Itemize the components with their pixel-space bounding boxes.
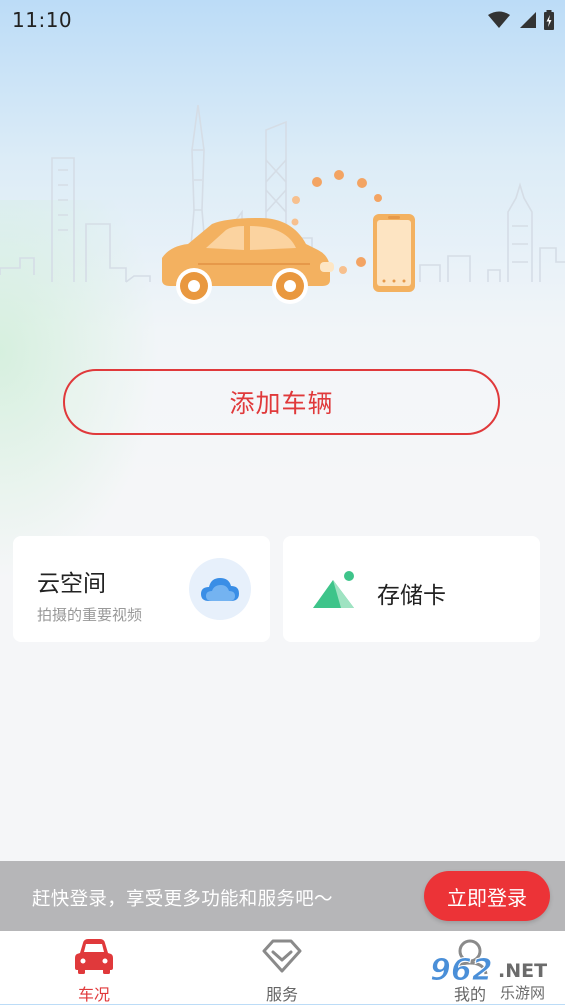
- wifi-icon: [488, 11, 510, 28]
- watermark-caption: 乐游网: [500, 984, 545, 1002]
- status-icons: [487, 10, 555, 30]
- sd-card-card[interactable]: 存储卡: [283, 536, 540, 642]
- tab-vehicle-status[interactable]: 车况: [34, 931, 154, 1004]
- tab-vehicle-status-label: 车况: [77, 985, 110, 1004]
- cloud-space-card[interactable]: 云空间 拍摄的重要视频: [13, 536, 270, 642]
- add-vehicle-button[interactable]: 添加车辆: [63, 369, 500, 435]
- sd-card-title: 存储卡: [377, 583, 446, 609]
- add-vehicle-label: 添加车辆: [229, 389, 334, 418]
- battery-icon: [544, 10, 554, 30]
- watermark-suffix: .NET: [498, 960, 547, 982]
- phone-illustration: [373, 214, 415, 292]
- cloud-space-title: 云空间: [37, 571, 106, 597]
- login-button[interactable]: 立即登录: [424, 871, 550, 921]
- cloud-icon-badge: [189, 558, 251, 620]
- login-banner: 赶快登录，享受更多功能和服务吧～ 立即登录: [0, 861, 565, 931]
- watermark-number: 962: [430, 953, 493, 988]
- tab-service[interactable]: 服务: [222, 931, 342, 1004]
- signal-icon: [520, 12, 536, 28]
- login-prompt-text: 赶快登录，享受更多功能和服务吧～: [32, 889, 333, 910]
- cloud-icon: [201, 578, 239, 601]
- diamond-icon: [262, 939, 302, 973]
- sd-card-icon: [313, 571, 354, 608]
- car-illustration: [162, 218, 334, 304]
- status-time: 11:10: [12, 8, 73, 32]
- car-icon: [75, 939, 113, 974]
- hero-illustration: [0, 104, 565, 304]
- status-bar: 11:10: [0, 0, 565, 40]
- site-watermark: 962 .NET 乐游网: [430, 953, 548, 1003]
- cloud-space-subtitle: 拍摄的重要视频: [37, 606, 143, 624]
- tab-service-label: 服务: [265, 985, 298, 1004]
- login-button-label: 立即登录: [447, 885, 527, 910]
